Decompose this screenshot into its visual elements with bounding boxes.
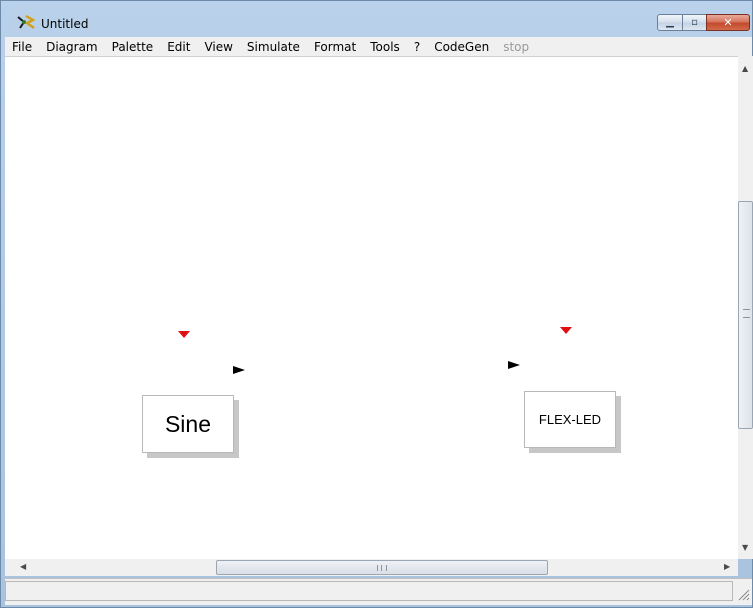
title-bar[interactable]: Untitled ▁ ▫ ✕ [1,1,752,35]
menu-edit[interactable]: Edit [160,40,197,54]
sine-block[interactable]: Sine [142,395,234,453]
application-window: Untitled ▁ ▫ ✕ File Diagram Palette Edit… [0,0,753,608]
maximize-icon: ▫ [691,17,698,28]
menu-help[interactable]: ? [407,40,427,54]
grip-icon [743,309,750,318]
minimize-button[interactable]: ▁ [657,14,683,31]
sine-event-input-port[interactable] [178,331,190,338]
menu-bar: File Diagram Palette Edit View Simulate … [5,37,752,56]
menu-diagram[interactable]: Diagram [39,40,105,54]
horizontal-scroll-thumb[interactable] [216,560,548,575]
scroll-right-arrow-icon[interactable]: ▶ [724,562,730,571]
sine-output-port[interactable] [233,366,245,374]
flex-led-event-input-port[interactable] [560,327,572,334]
status-field [5,581,733,601]
window-title: Untitled [41,17,89,31]
resize-grip-icon[interactable] [736,587,750,601]
scroll-down-arrow-icon[interactable]: ▼ [742,543,748,552]
menu-stop: stop [503,39,530,54]
flex-led-block[interactable]: FLEX-LED [524,391,616,448]
menu-simulate[interactable]: Simulate [240,40,307,54]
diagram-canvas[interactable]: Sine FLEX-LED [5,56,738,560]
menu-file[interactable]: File [5,40,39,54]
status-bar [5,578,752,605]
scilab-xcos-icon [17,14,35,29]
menu-tools[interactable]: Tools [363,40,407,54]
sine-block-label: Sine [164,410,212,437]
scroll-left-arrow-icon[interactable]: ◀ [20,562,26,571]
minimize-icon: ▁ [666,17,674,28]
flex-led-block-label: FLEX-LED [538,412,602,427]
vertical-scrollbar[interactable]: ▲ ▼ [738,56,753,559]
vertical-scroll-thumb[interactable] [738,201,753,429]
close-button[interactable]: ✕ [706,14,750,31]
menu-format[interactable]: Format [307,40,363,54]
scroll-up-arrow-icon[interactable]: ▲ [742,64,748,73]
close-icon: ✕ [723,16,733,29]
menu-codegen[interactable]: CodeGen [427,40,496,54]
menu-palette[interactable]: Palette [105,40,161,54]
horizontal-scrollbar[interactable]: ◀ ▶ [5,559,738,576]
grip-icon [377,565,387,571]
menu-view[interactable]: View [197,40,239,54]
flex-led-input-port[interactable] [508,361,520,369]
maximize-button[interactable]: ▫ [682,14,707,31]
